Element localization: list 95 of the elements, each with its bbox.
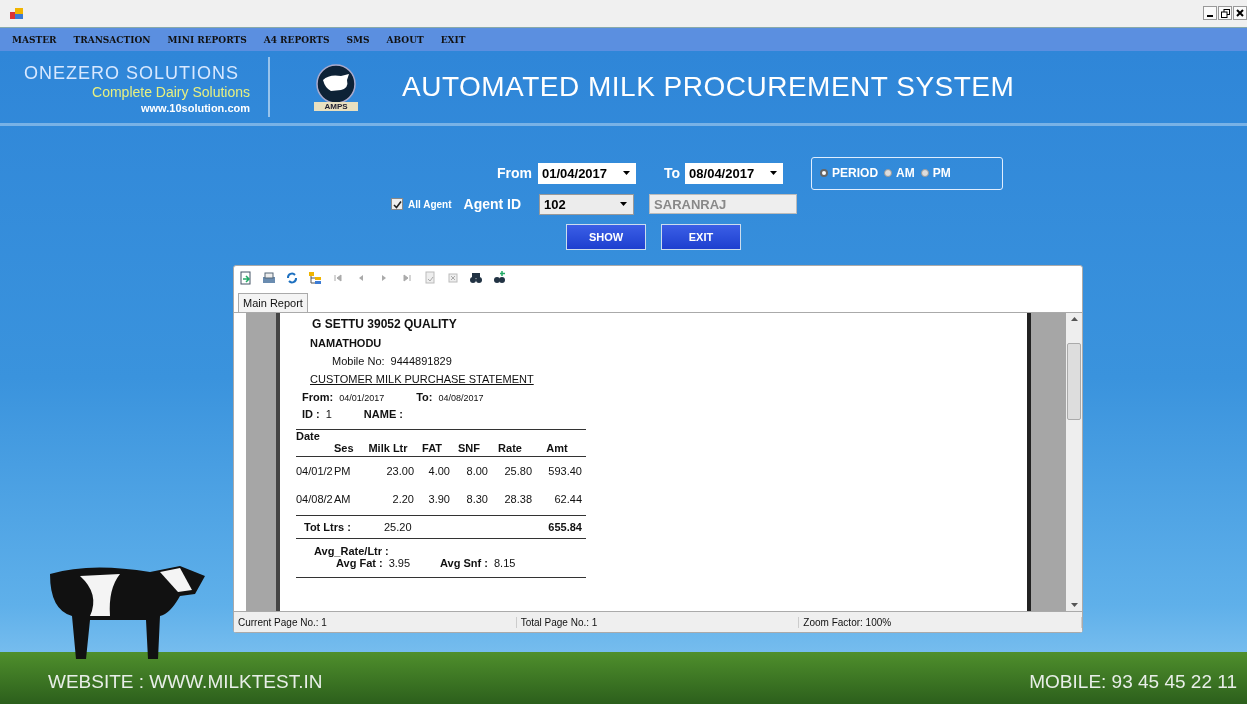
show-button[interactable]: SHOW [566, 224, 646, 250]
status-text: Zoom Factor: 100% [799, 616, 1082, 628]
table-cell-text: 4.00 [427, 465, 450, 477]
table-cell-text: 8.30 [465, 493, 488, 505]
table-cell-text: AM [334, 493, 352, 505]
caret-icon [770, 171, 778, 175]
app-title: AUTOMATED MILK PROCUREMENT SYSTEM [402, 71, 1015, 103]
report-company-name: G SETTU 39052 QUALITY [311, 317, 458, 331]
refresh-icon[interactable] [285, 271, 299, 285]
total-amount: 655.84 [547, 521, 583, 533]
scroll-down-icon[interactable] [1070, 603, 1078, 607]
avg-snf: 8.15 [493, 557, 516, 569]
mobile-label: Mobile No: [332, 355, 385, 367]
column-header: Date [296, 430, 321, 442]
menu-item[interactable]: EXIT [440, 34, 466, 45]
table-cell-text: 23.00 [385, 465, 414, 477]
to-date: 04/08/2017 [438, 393, 484, 403]
menu-item[interactable]: SMS [346, 34, 370, 45]
avg-fat-label: Avg Fat : [336, 557, 383, 569]
to-label: To [664, 165, 681, 181]
avg-rate-label: Avg_Rate/Ltr : [314, 545, 389, 557]
app-icon [10, 7, 24, 20]
menu-item[interactable]: MASTER [12, 34, 57, 45]
status-text: Current Page No.: 1 [234, 616, 517, 628]
name-label: NAME : [363, 408, 403, 420]
column-header: SNF [457, 442, 481, 454]
checkmark-icon [392, 199, 402, 209]
table-cell-text: 2.20 [391, 493, 414, 505]
mobile-number: 9444891829 [390, 355, 452, 367]
caret-icon [620, 202, 628, 206]
column-header: Ses [334, 442, 355, 454]
column-header: FAT [421, 442, 443, 454]
agent-id-dropdown[interactable]: 102 [539, 193, 635, 215]
print-icon[interactable] [262, 271, 276, 285]
scrollbar-thumb[interactable] [1067, 343, 1081, 420]
statement-heading: CUSTOMER MILK PURCHASE STATEMENT [309, 372, 535, 386]
status-text: Total Page No.: 1 [516, 616, 800, 628]
avg-snf-label: Avg Snf : [440, 557, 488, 569]
to-label: To: [416, 391, 433, 403]
id-label: ID : [302, 408, 320, 420]
find-icon[interactable] [469, 271, 483, 285]
restore-button[interactable] [1218, 6, 1232, 20]
table-cell: 04/08/2 [296, 493, 334, 505]
column-header: Milk Ltr [367, 442, 409, 454]
table-cell-text: 25.80 [503, 465, 532, 477]
session-radio[interactable]: AM [884, 166, 915, 180]
table-cell-text: 62.44 [553, 493, 582, 505]
agent-id-label: Agent ID [463, 196, 522, 212]
session-radio[interactable]: PM [920, 166, 951, 180]
all-agent-checkbox[interactable]: All Agent [391, 198, 452, 210]
stop-icon[interactable] [446, 271, 460, 285]
table-cell-text: 8.00 [465, 465, 488, 477]
menu-item[interactable]: ABOUT [386, 34, 424, 45]
footer-website: WEBSITE : WWW.MILKTEST.IN [48, 671, 323, 693]
logo-banner: AMPS [314, 101, 358, 111]
session-radio[interactable]: PERIOD [820, 166, 879, 180]
restore-icon [1220, 8, 1230, 18]
export-icon[interactable] [239, 271, 253, 285]
menu-item[interactable]: MINI REPORTS [167, 34, 247, 45]
column-header: Rate [497, 442, 523, 454]
tree-icon[interactable] [308, 271, 322, 285]
exit-button[interactable]: EXIT [661, 224, 741, 250]
zoom-icon[interactable] [492, 271, 506, 285]
table-cell-text: 28.38 [503, 493, 532, 505]
from-date-picker[interactable]: 01/04/2017 [538, 162, 636, 184]
table-cell: 04/01/2 [296, 465, 334, 477]
main-report-tab[interactable]: Main Report [238, 293, 308, 312]
agent-name-field[interactable]: SARANRAJ [649, 194, 798, 214]
menu-item[interactable]: A4 REPORTS [263, 34, 330, 45]
company-name: ONEZERO SOLUTIONS [23, 62, 240, 84]
minimize-button[interactable] [1203, 6, 1217, 20]
from-date: 04/01/2017 [339, 393, 385, 403]
table-cell-text: PM [334, 465, 352, 477]
tagline: Complete Dairy Solutions [92, 83, 250, 100]
from-label: From [497, 165, 532, 181]
avg-fat: 3.95 [388, 557, 411, 569]
from-label: From: [302, 391, 334, 403]
total-liters: 25.20 [384, 521, 413, 533]
caret-icon [623, 171, 630, 175]
first-icon[interactable] [331, 271, 345, 285]
table-cell-text: 593.40 [547, 465, 582, 477]
close-button[interactable] [1233, 6, 1247, 20]
table-cell-text: 3.90 [427, 493, 450, 505]
customer-id: 1 [325, 408, 332, 420]
company-website: www.10solution.com [141, 101, 250, 114]
total-liters-label: Tot Ltrs : [303, 521, 352, 533]
to-date-picker[interactable]: 08/04/2017 [685, 162, 784, 184]
menu-item[interactable]: TRANSACTION [73, 34, 151, 45]
scroll-up-icon[interactable] [1070, 317, 1078, 321]
report-place: NAMATHODU [309, 336, 383, 350]
column-header: Amt [545, 442, 569, 454]
footer-mobile: MOBILE: 93 45 45 22 11 [1029, 671, 1237, 693]
last-icon[interactable] [400, 271, 414, 285]
close-icon [1236, 9, 1244, 17]
vertical-scrollbar[interactable] [1066, 313, 1082, 611]
